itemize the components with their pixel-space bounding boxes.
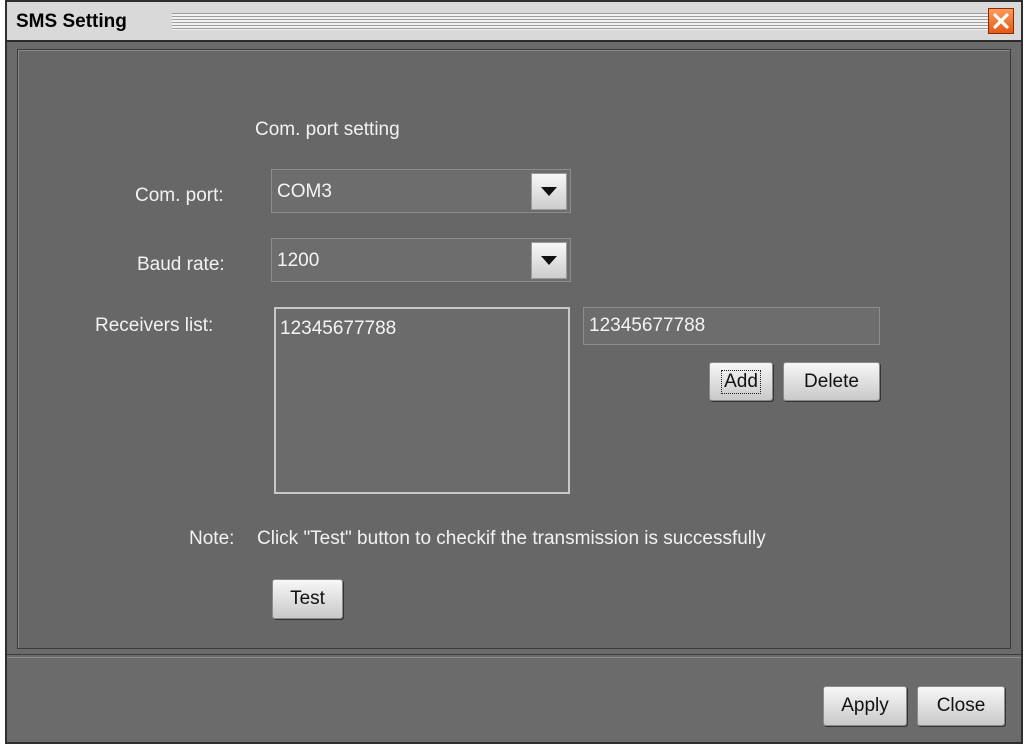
close-x-icon[interactable] [988, 8, 1014, 34]
chevron-down-icon [541, 256, 557, 265]
com-port-label: Com. port: [135, 185, 224, 206]
test-button[interactable]: Test [272, 579, 343, 619]
note-text: Click "Test" button to checkif the trans… [257, 528, 766, 549]
close-button-label: Close [936, 695, 986, 716]
baud-rate-label: Baud rate: [137, 254, 225, 275]
add-button[interactable]: Add [709, 362, 773, 401]
apply-button[interactable]: Apply [823, 686, 907, 726]
apply-button-label: Apply [841, 695, 889, 716]
close-x-glyph [993, 13, 1009, 29]
list-item[interactable]: 12345677788 [280, 318, 396, 340]
section-heading: Com. port setting [255, 119, 400, 140]
title-grip [172, 13, 990, 30]
baud-rate-value: 1200 [277, 250, 320, 271]
receiver-number-input[interactable] [583, 307, 880, 345]
chevron-down-icon [541, 187, 557, 196]
receivers-listbox[interactable]: 12345677788 [274, 307, 570, 494]
sms-setting-dialog: SMS Setting Com. port setting Com. port:… [5, 0, 1023, 744]
receivers-list-label: Receivers list: [95, 315, 214, 336]
note-label: Note: [189, 528, 235, 549]
window-title: SMS Setting [16, 11, 127, 32]
close-button[interactable]: Close [917, 686, 1005, 726]
com-port-select[interactable]: COM3 [271, 169, 571, 213]
com-port-dropdown-button[interactable] [531, 173, 567, 210]
delete-button-label: Delete [804, 370, 859, 392]
baud-rate-dropdown-button[interactable] [531, 242, 567, 279]
baud-rate-select[interactable]: 1200 [271, 238, 571, 282]
delete-button[interactable]: Delete [783, 362, 880, 401]
add-button-label: Add [721, 369, 761, 394]
test-button-label: Test [290, 588, 325, 609]
footer-divider [7, 654, 1021, 658]
com-port-value: COM3 [277, 181, 332, 202]
title-bar[interactable]: SMS Setting [7, 2, 1021, 42]
